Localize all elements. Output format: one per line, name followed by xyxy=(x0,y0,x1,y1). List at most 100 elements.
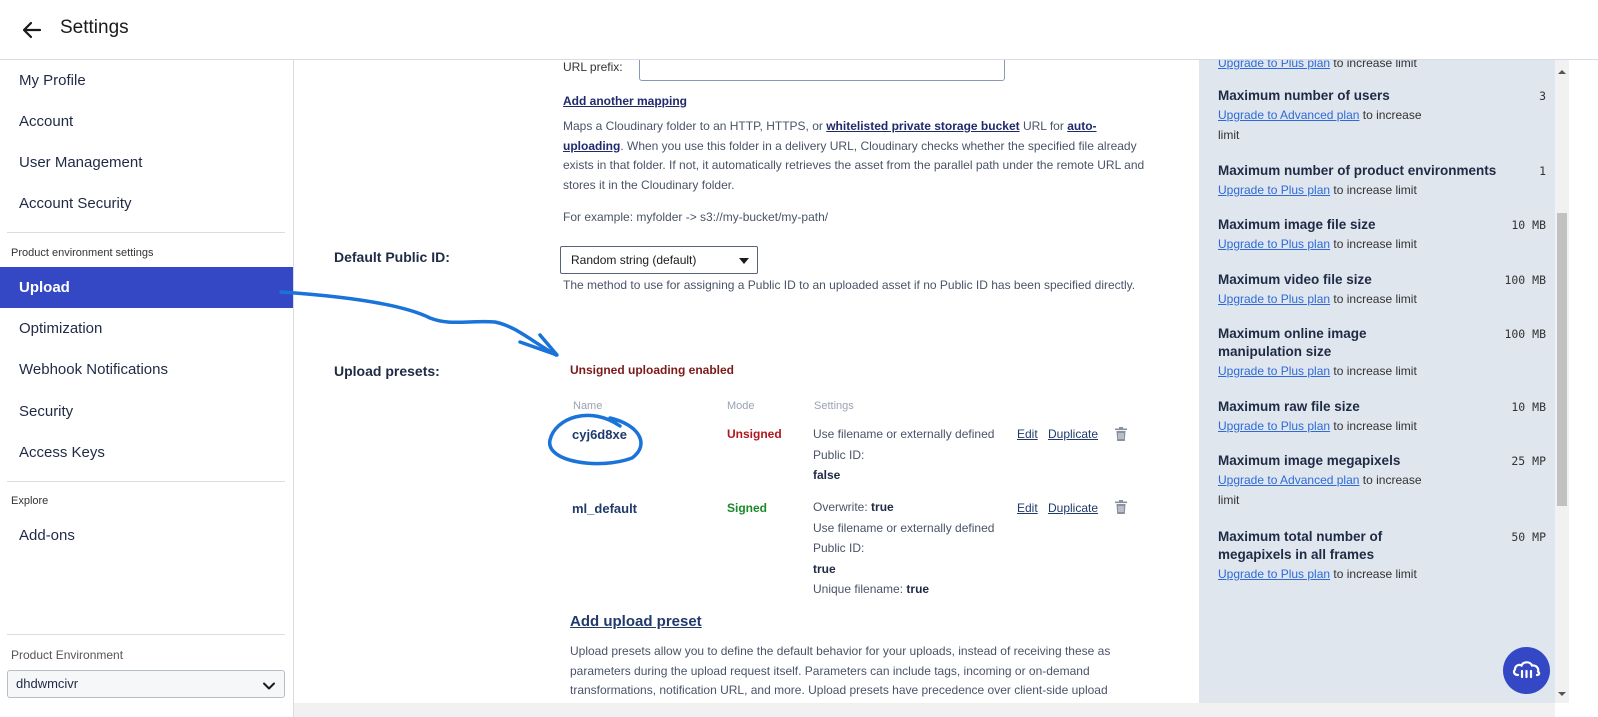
sidebar-item-access-keys[interactable]: Access Keys xyxy=(0,432,293,473)
preset-setting-unique-value: true xyxy=(906,582,930,596)
preset-edit-link[interactable]: Edit xyxy=(1017,427,1038,441)
preset-setting-overwrite: Overwrite: xyxy=(813,500,868,514)
sidebar-item-webhook-notifications[interactable]: Webhook Notifications xyxy=(0,349,293,390)
limit-title: Maximum raw file size xyxy=(1218,399,1360,414)
upgrade-link[interactable]: Upgrade to Plus plan xyxy=(1218,237,1330,251)
default-public-id-label: Default Public ID: xyxy=(334,249,450,265)
limit-value: 1 xyxy=(1539,164,1546,178)
plan-limits-panel: Upgrade to Plus plan to increase limit M… xyxy=(1199,60,1555,717)
whitelisted-bucket-link[interactable]: whitelisted private storage bucket xyxy=(826,119,1019,133)
scrollbar-thumb[interactable] xyxy=(1557,213,1567,506)
upgrade-link[interactable]: Upgrade to Plus plan xyxy=(1218,364,1330,378)
preset-mode-signed: Signed xyxy=(727,501,768,515)
preset-setting-filename: Use filename or externally defined Publi… xyxy=(813,427,995,462)
preset-name-link[interactable]: ml_default xyxy=(572,501,637,516)
sidebar-item-account[interactable]: Account xyxy=(0,101,293,142)
sidebar-divider xyxy=(7,481,285,482)
sidebar-section-explore: Explore xyxy=(11,495,49,507)
add-upload-preset-link[interactable]: Add upload preset xyxy=(570,613,702,630)
add-another-mapping-link[interactable]: Add another mapping xyxy=(563,94,687,108)
limit-title: Maximum video file size xyxy=(1218,272,1372,287)
sidebar-item-security[interactable]: Security xyxy=(0,391,293,432)
limit-value: 25 MP xyxy=(1511,454,1546,468)
upload-presets-label: Upload presets: xyxy=(334,363,440,379)
limit-value: 100 MB xyxy=(1504,273,1546,287)
sidebar-item-account-security[interactable]: Account Security xyxy=(0,183,293,224)
sidebar-item-optimization[interactable]: Optimization xyxy=(0,308,293,349)
product-environment-select[interactable]: dhdwmcivr xyxy=(7,670,285,698)
preset-setting-overwrite-value: true xyxy=(871,500,894,514)
limit-value: 3 xyxy=(1539,89,1546,103)
trash-icon[interactable] xyxy=(1115,427,1127,441)
limit-item: Maximum total number of megapixels in al… xyxy=(1218,528,1546,584)
preset-setting-filename-value: true xyxy=(813,561,836,576)
upgrade-link[interactable]: Upgrade to Plus plan xyxy=(1218,419,1330,433)
presets-header-name: Name xyxy=(573,400,603,412)
sidebar-item-user-management[interactable]: User Management xyxy=(0,142,293,183)
default-public-id-select[interactable]: Random string (default) xyxy=(560,246,758,274)
chevron-down-icon xyxy=(262,676,276,690)
mapping-example: For example: myfolder -> s3://my-bucket/… xyxy=(563,210,829,224)
limit-value: 100 MB xyxy=(1504,327,1546,341)
preset-mode-unsigned: Unsigned xyxy=(727,427,782,441)
sidebar-item-add-ons[interactable]: Add-ons xyxy=(0,515,293,556)
preset-name-link[interactable]: cyj6d8xe xyxy=(572,427,627,442)
limit-item: Maximum raw file size 10 MB Upgrade to P… xyxy=(1218,398,1546,436)
limit-title: Maximum number of product environments xyxy=(1218,163,1497,178)
mapping-desc-text: Maps a Cloudinary folder to an HTTP, HTT… xyxy=(563,119,827,133)
page-title: Settings xyxy=(60,17,129,38)
url-prefix-label: URL prefix: xyxy=(563,60,623,74)
dropdown-triangle-icon xyxy=(739,258,749,264)
limit-title: Maximum image megapixels xyxy=(1218,453,1401,468)
preset-settings: Use filename or externally defined Publi… xyxy=(813,424,1013,486)
upgrade-text: to increase limit xyxy=(1330,183,1417,197)
sidebar-divider xyxy=(7,232,285,233)
url-prefix-input[interactable] xyxy=(639,60,1005,81)
upgrade-link[interactable]: Upgrade to Advanced plan xyxy=(1218,108,1359,122)
upgrade-text: to increase limit xyxy=(1330,567,1417,581)
support-chat-button[interactable] xyxy=(1503,647,1550,694)
scroll-up-arrow-icon[interactable] xyxy=(1557,64,1567,74)
limit-item-partial: Upgrade to Plus plan to increase limit xyxy=(1218,60,1546,73)
limit-item: Maximum number of users 3 Upgrade to Adv… xyxy=(1218,87,1546,145)
trash-icon[interactable] xyxy=(1115,500,1127,514)
limit-title: Maximum number of users xyxy=(1218,88,1390,103)
limit-item: Maximum image megapixels 25 MP Upgrade t… xyxy=(1218,452,1546,510)
mapping-desc-text: . When you use this folder in a delivery… xyxy=(563,138,1145,192)
upgrade-text: to increase limit xyxy=(1330,364,1417,378)
back-arrow-icon[interactable] xyxy=(20,18,44,42)
presets-header-mode: Mode xyxy=(727,400,755,412)
sidebar-section-product-environment: Product environment settings xyxy=(11,247,154,259)
limit-title: Maximum total number of megapixels in al… xyxy=(1218,529,1383,562)
preset-duplicate-link[interactable]: Duplicate xyxy=(1048,501,1098,515)
upgrade-link[interactable]: Upgrade to Plus plan xyxy=(1218,183,1330,197)
limit-title: Maximum image file size xyxy=(1218,217,1376,232)
limit-item: Maximum online image manipulation size 1… xyxy=(1218,325,1546,381)
product-environment-label: Product Environment xyxy=(11,648,124,662)
product-environment-value: dhdwmcivr xyxy=(16,676,79,691)
cloud-chat-icon xyxy=(1503,661,1550,698)
sidebar-item-my-profile[interactable]: My Profile xyxy=(0,60,293,101)
limit-item: Maximum video file size 100 MB Upgrade t… xyxy=(1218,271,1546,309)
preset-edit-link[interactable]: Edit xyxy=(1017,501,1038,515)
horizontal-scrollbar[interactable] xyxy=(294,703,1555,717)
limit-item: Maximum image file size 10 MB Upgrade to… xyxy=(1218,216,1546,254)
upgrade-link[interactable]: Upgrade to Plus plan xyxy=(1218,567,1330,581)
sidebar-item-upload[interactable]: Upload xyxy=(0,267,293,308)
preset-duplicate-link[interactable]: Duplicate xyxy=(1048,427,1098,441)
preset-setting-unique: Unique filename: xyxy=(813,582,904,596)
upgrade-link[interactable]: Upgrade to Plus plan xyxy=(1218,292,1330,306)
preset-settings: Overwrite: true Use filename or external… xyxy=(813,497,1013,600)
upgrade-link[interactable]: Upgrade to Plus plan xyxy=(1218,60,1330,70)
upgrade-text: to increase limit xyxy=(1330,237,1417,251)
mapping-description: Maps a Cloudinary folder to an HTTP, HTT… xyxy=(563,117,1153,195)
upgrade-text: to increase limit xyxy=(1330,419,1417,433)
upgrade-link[interactable]: Upgrade to Advanced plan xyxy=(1218,473,1359,487)
mapping-desc-text: URL for xyxy=(1019,119,1068,133)
scroll-down-arrow-icon[interactable] xyxy=(1557,686,1567,696)
upload-presets-description: Upload presets allow you to define the d… xyxy=(570,644,1111,697)
limit-value: 50 MP xyxy=(1511,530,1546,544)
main-content: URL prefix: Add another mapping Maps a C… xyxy=(294,60,1199,717)
top-bar: Settings xyxy=(0,0,1598,60)
sidebar: My Profile Account User Management Accou… xyxy=(0,60,294,717)
